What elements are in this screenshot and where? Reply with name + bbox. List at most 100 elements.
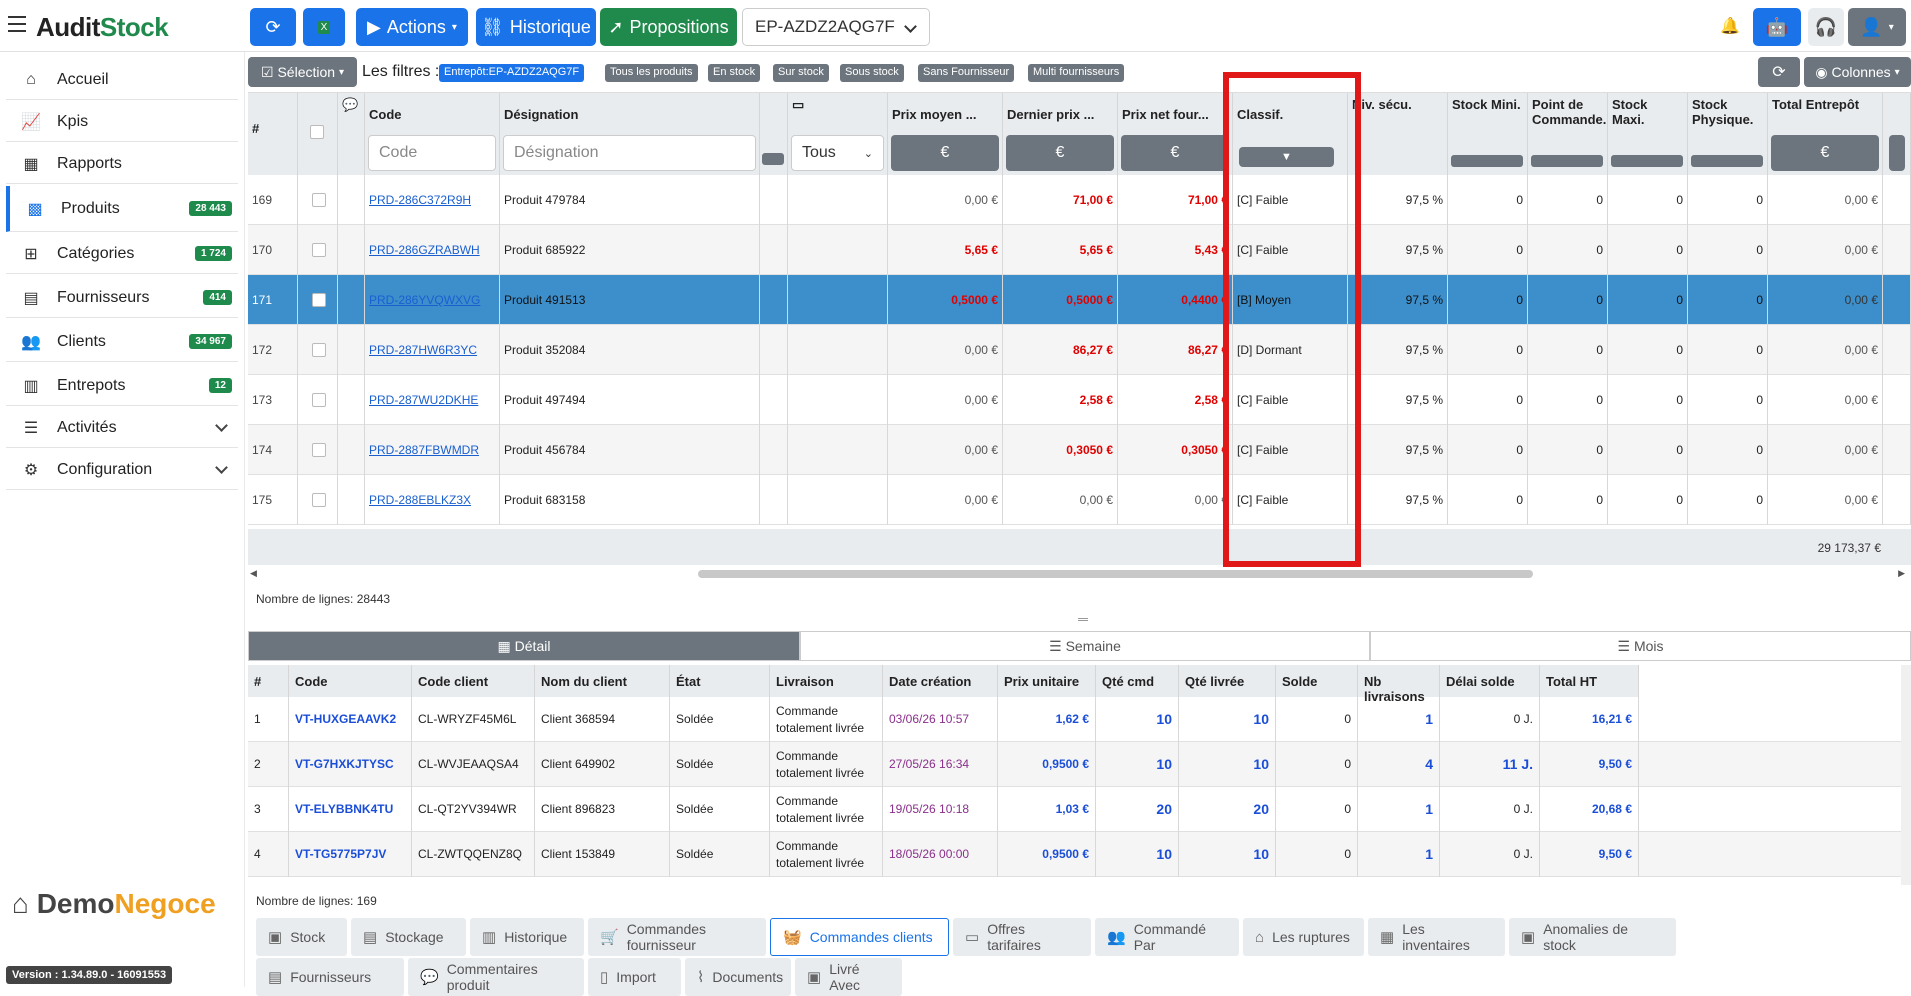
tab-detail[interactable]: ▦ Détail — [248, 631, 800, 661]
sidebar-item-configuration[interactable]: ⚙ Configuration — [6, 450, 238, 490]
col-header-dernier-prix[interactable]: Dernier prix ... € — [1003, 93, 1118, 175]
select-all-checkbox[interactable] — [310, 125, 324, 139]
filter-chip-tous-produits[interactable]: Tous les produits — [605, 64, 698, 82]
euro-filter-button[interactable]: € — [1771, 135, 1879, 171]
sidebar-item-kpis[interactable]: 📈 Kpis — [6, 102, 238, 142]
euro-filter-button[interactable]: € — [1006, 135, 1114, 171]
col-header-stock-maxi[interactable]: Stock Maxi. — [1608, 93, 1688, 175]
warehouse-select[interactable]: EP-AZDZ2AQG7F — [742, 8, 930, 46]
filter-chip-sans-fournisseur[interactable]: Sans Fournisseur — [918, 64, 1015, 82]
support-button[interactable]: 🎧 — [1808, 8, 1844, 46]
bottom-tab-historique[interactable]: ▥ Historique — [470, 918, 584, 956]
order-row[interactable]: 4 VT-TG5775P7JV CL-ZWTQQENZ8Q Client 153849… — [248, 832, 1911, 877]
col-header-stock-physique[interactable]: Stock Physique. — [1688, 93, 1768, 175]
product-code-link[interactable]: PRD-286YVQWXVG — [369, 293, 480, 307]
product-code-link[interactable]: PRD-286C372R9H — [369, 193, 471, 207]
table-row[interactable]: 170 PRD-286GZRABWH Produit 685922 5,65 € 5,6… — [248, 225, 1911, 275]
bottom-tab-stock[interactable]: ▣ Stock — [256, 918, 347, 956]
sidebar-item-rapports[interactable]: ▦ Rapports — [6, 144, 238, 184]
col-header-point-commande[interactable]: Point de Commande. — [1528, 93, 1608, 175]
menu-icon[interactable] — [8, 16, 26, 32]
col-header-prix-moyen[interactable]: Prix moyen ... € — [888, 93, 1003, 175]
historique-button[interactable]: ⛓ Historique — [476, 8, 596, 46]
row-checkbox[interactable] — [312, 343, 326, 357]
table-row[interactable]: 174 PRD-2887FBWMDR Produit 456784 0,00 € 0,3… — [248, 425, 1911, 475]
selection-button[interactable]: ☑ Sélection ▾ — [248, 57, 357, 87]
order-col-header[interactable]: Qté livrée — [1179, 665, 1276, 697]
row-checkbox[interactable] — [312, 293, 326, 307]
columns-button[interactable]: ◉ Colonnes ▾ — [1804, 57, 1911, 87]
sidebar-item-clients[interactable]: 👥 Clients 34 967 — [6, 322, 238, 362]
robot-button[interactable]: 🤖 — [1753, 8, 1801, 46]
order-col-header[interactable]: Nb livraisons — [1358, 665, 1440, 704]
bottom-tab-les-ruptures[interactable]: ⌂ Les ruptures — [1243, 918, 1364, 956]
designation-filter-input[interactable]: Désignation — [503, 135, 756, 171]
order-col-header[interactable]: Date création — [883, 665, 998, 697]
euro-filter-button[interactable]: € — [891, 135, 999, 171]
sidebar-item-activites[interactable]: ☰ Activités — [6, 408, 238, 448]
actions-button[interactable]: ▶ Actions ▾ — [356, 8, 468, 46]
bell-icon[interactable]: 🔔 — [1720, 16, 1740, 36]
order-col-header[interactable]: État — [670, 665, 770, 697]
tous-select[interactable]: Tous ⌄ — [791, 135, 884, 171]
sidebar-item-categories[interactable]: ⊞ Catégories 1 724 — [6, 234, 238, 274]
col-header-designation[interactable]: Désignation Désignation — [500, 93, 760, 175]
row-checkbox[interactable] — [312, 393, 326, 407]
tab-semaine[interactable]: ☰ Semaine — [800, 631, 1370, 661]
scroll-left-icon[interactable]: ◀ — [250, 568, 257, 579]
order-col-header[interactable]: Livraison — [770, 665, 883, 697]
horizontal-scrollbar[interactable]: ◀ ▶ — [248, 568, 1911, 580]
filter-chip-entrepot[interactable]: Entrepôt:EP-AZDZ2AQG7F — [439, 64, 585, 82]
bottom-tab-documents[interactable]: ⌇ Documents — [685, 958, 791, 996]
table-row[interactable]: 172 PRD-287HW6R3YC Produit 352084 0,00 € 86,… — [248, 325, 1911, 375]
col-header-prix-net[interactable]: Prix net four... € — [1118, 93, 1233, 175]
order-col-header[interactable]: Solde — [1276, 665, 1358, 697]
row-checkbox[interactable] — [312, 243, 326, 257]
order-col-header[interactable]: # — [248, 665, 289, 697]
euro-filter-button[interactable] — [1889, 135, 1905, 171]
product-code-link[interactable]: PRD-288EBLKZ3X — [369, 493, 471, 507]
excel-export-button[interactable]: X — [303, 8, 345, 46]
table-row[interactable]: 175 PRD-288EBLKZ3X Produit 683158 0,00 € 0,0… — [248, 475, 1911, 525]
order-col-header[interactable]: Délai solde — [1440, 665, 1540, 697]
bottom-tab-stockage[interactable]: ▤ Stockage — [351, 918, 466, 956]
sidebar-item-entrepots[interactable]: ▥ Entrepots 12 — [6, 366, 238, 406]
code-filter-input[interactable]: Code — [368, 135, 496, 171]
col-header-stock-mini[interactable]: Stock Mini. — [1448, 93, 1528, 175]
col-header-niv-secu[interactable]: Niv. sécu. — [1348, 93, 1448, 175]
order-cell-code[interactable]: VT-TG5775P7JV — [289, 832, 412, 877]
column-filter-bar[interactable] — [1451, 155, 1523, 167]
grid-refresh-button[interactable]: ⟳ — [1758, 57, 1800, 87]
product-code-link[interactable]: PRD-287HW6R3YC — [369, 343, 477, 357]
vertical-scrollbar[interactable] — [1901, 665, 1911, 885]
row-checkbox[interactable] — [312, 193, 326, 207]
filter-chip-sous-stock[interactable]: Sous stock — [840, 64, 904, 82]
euro-filter-button[interactable]: € — [1121, 135, 1229, 171]
bottom-tab-commandes-clients[interactable]: 🧺 Commandes clients — [770, 918, 949, 956]
column-filter-bar[interactable] — [1611, 155, 1683, 167]
filter-chip-multi-fournisseurs[interactable]: Multi fournisseurs — [1028, 64, 1125, 82]
bottom-tab-command-par[interactable]: 👥 Commandé Par — [1095, 918, 1239, 956]
column-filter-bar[interactable] — [762, 153, 784, 165]
order-cell-code[interactable]: VT-G7HXKJTYSC — [289, 742, 412, 787]
bottom-tab-import[interactable]: ▯ Import — [588, 958, 681, 996]
sidebar-item-accueil[interactable]: ⌂ Accueil — [6, 60, 238, 100]
propositions-button[interactable]: ➚ Propositions — [600, 8, 737, 46]
bottom-tab-offres-tarifaires[interactable]: ▭ Offres tarifaires — [953, 918, 1091, 956]
filter-chip-sur-stock[interactable]: Sur stock — [773, 64, 829, 82]
splitter-handle[interactable] — [1078, 618, 1088, 621]
order-col-header[interactable]: Nom du client — [535, 665, 670, 697]
table-row[interactable]: 171 PRD-286YVQWXVG Produit 491513 0,5000 € 0… — [248, 275, 1911, 325]
order-cell-code[interactable]: VT-HUXGEAAVK2 — [289, 697, 412, 742]
scroll-thumb[interactable] — [698, 570, 1533, 578]
order-row[interactable]: 3 VT-ELYBBNK4TU CL-QT2YV394WR Client 896823… — [248, 787, 1911, 832]
sidebar-item-produits[interactable]: ▩ Produits 28 443 — [6, 186, 238, 232]
filter-chip-en-stock[interactable]: En stock — [708, 64, 761, 82]
row-checkbox[interactable] — [312, 443, 326, 457]
col-header-code[interactable]: Code Code — [365, 93, 500, 175]
bottom-tab-les-inventaires[interactable]: ▦ Les inventaires — [1368, 918, 1505, 956]
col-header-num[interactable]: # — [248, 93, 298, 175]
product-code-link[interactable]: PRD-286GZRABWH — [369, 243, 480, 257]
order-row[interactable]: 1 VT-HUXGEAAVK2 CL-WRYZF45M6L Client 368594… — [248, 697, 1911, 742]
order-col-header[interactable]: Code — [289, 665, 412, 697]
